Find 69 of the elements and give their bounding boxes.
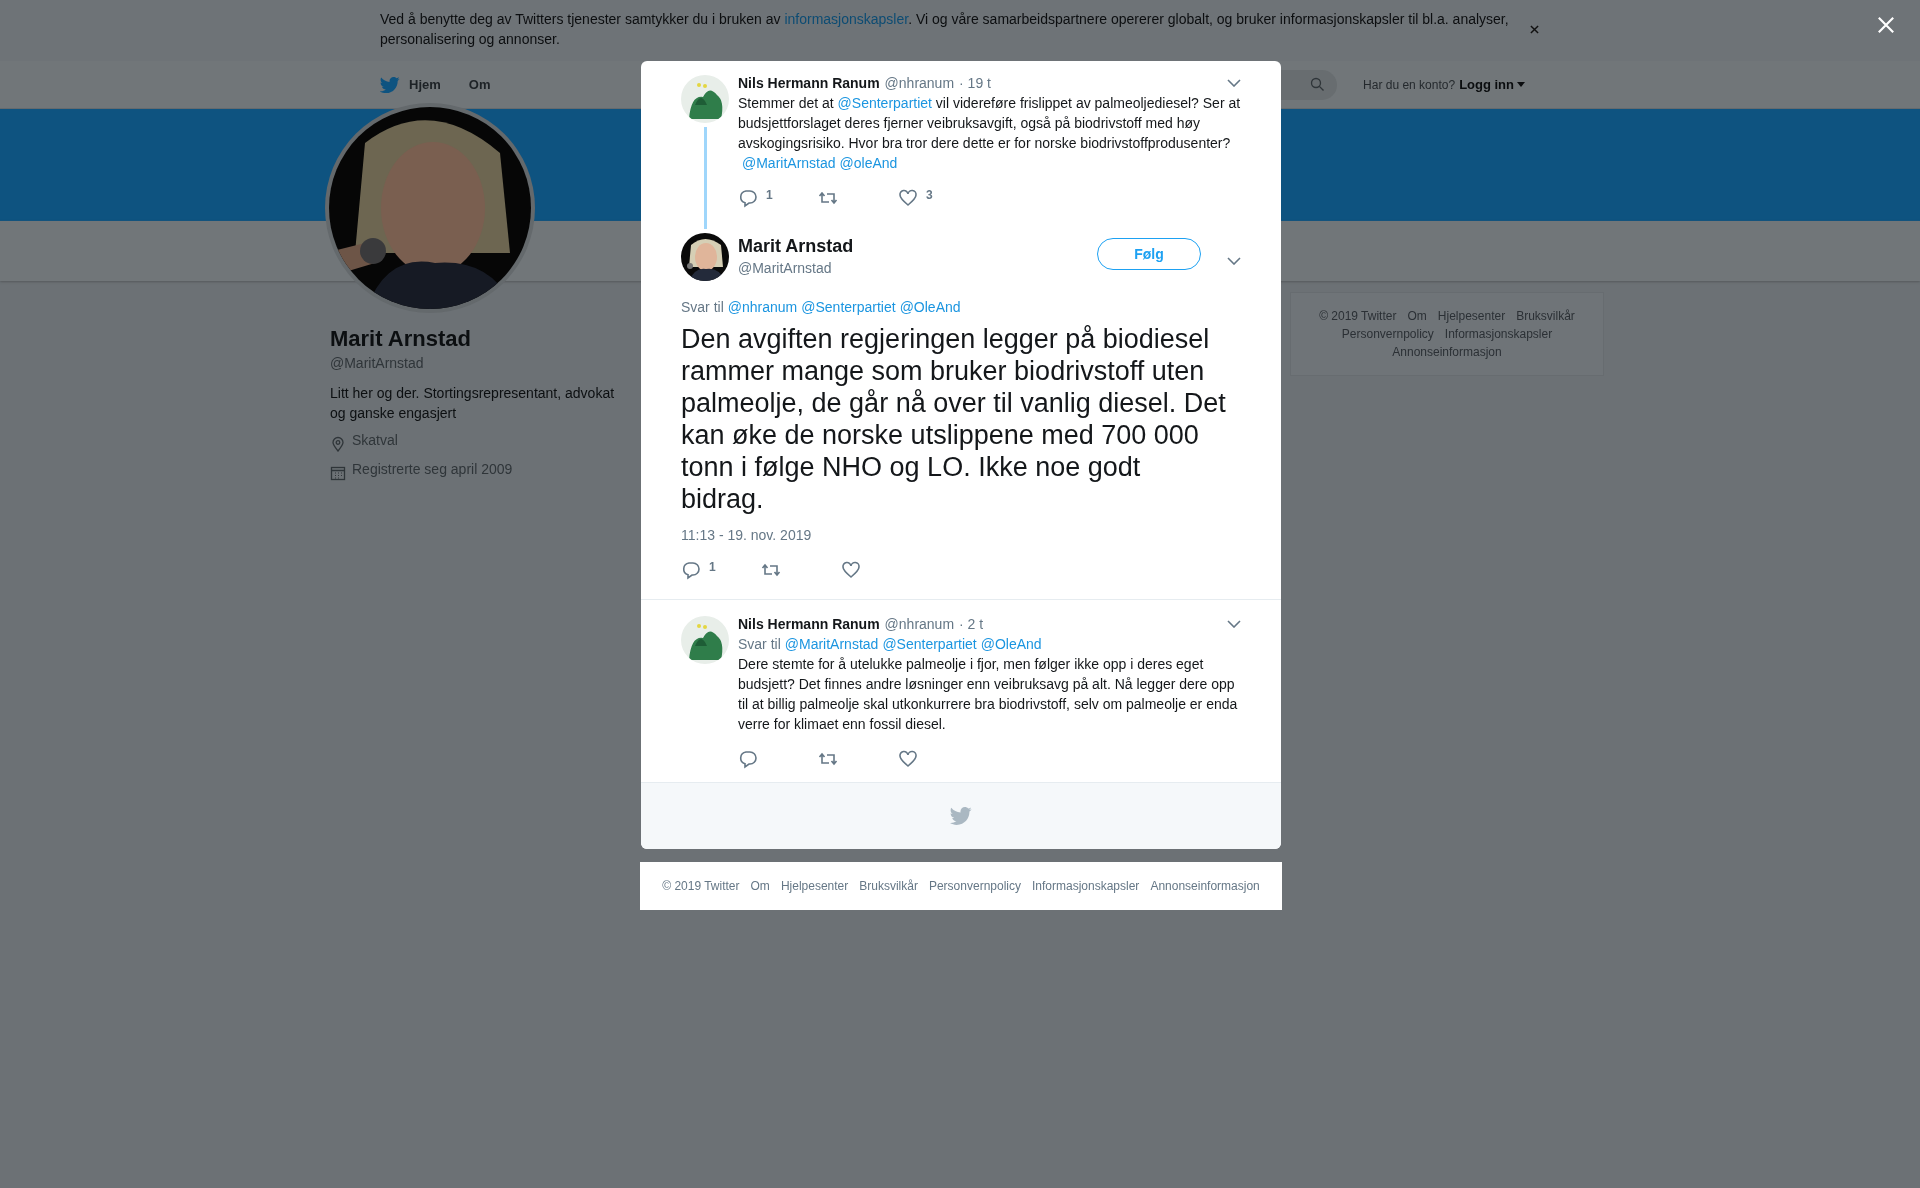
- follow-button[interactable]: Følg: [1097, 238, 1201, 270]
- mention-link[interactable]: @MaritArnstad: [742, 155, 836, 171]
- nav-link[interactable]: Hjem: [380, 68, 441, 101]
- mention-link[interactable]: @nhranum: [727, 299, 798, 315]
- author-name[interactable]: Marit Arnstad: [738, 234, 1097, 258]
- heart-icon[interactable]: [898, 749, 918, 769]
- tweet-timestamp[interactable]: 11:13 - 19. nov. 2019: [681, 527, 1241, 543]
- calendar-icon: [330, 465, 346, 481]
- reply-to-line: Svar til @nhranum @Senterpartiet @OleAnd: [681, 299, 962, 315]
- chevron-down-icon[interactable]: [1227, 79, 1241, 87]
- cookie-notice: Ved å benytte deg av Twitters tjenester samtykker du i bruken av informasjonskapsler. Vi og våre samarbeidspartnere opererer globalt, og bruker informasjonskapsler til bl.a. analyser, personalisering og annonser.: [380, 10, 1510, 49]
- footer-link[interactable]: Informasjonskapsler: [1444, 326, 1553, 342]
- footer-link[interactable]: Annonseinformasjon: [1392, 344, 1502, 360]
- heart-icon[interactable]: [898, 188, 918, 208]
- mention-link[interactable]: @Senterpartiet: [801, 299, 896, 315]
- mention-link[interactable]: @OleAnd: [899, 299, 961, 315]
- author-name[interactable]: Nils Hermann Ranum: [738, 616, 880, 632]
- author-name[interactable]: Nils Hermann Ranum: [738, 75, 880, 91]
- chevron-down-icon[interactable]: [1227, 620, 1241, 628]
- cookie-link[interactable]: informasjonskapsler: [784, 11, 909, 27]
- reply-icon[interactable]: [681, 560, 701, 580]
- login-prompt: Har du en konto?: [1363, 77, 1456, 92]
- profile-bio: Litt her og der. Stortingsrepresentant, advokat og ganske engasjert: [330, 384, 616, 423]
- tweet-text: Stemmer det at @Senterpartiet vil videreføre frislippet av palmeoljediesel? Ser at budsjettforslaget deres fjerner veibruksavgift, også på biodrivstoff med høy avskogingsrisiko. Hvor bra tror dere dette er for norske biodrivstoffprodusenter? @MaritArnstad @oleAnd: [738, 94, 1241, 173]
- profile-name: Marit Arnstad: [330, 325, 472, 353]
- footer-link[interactable]: Bruksvilkår: [859, 879, 918, 893]
- search-icon: [1310, 77, 1326, 92]
- bird-icon: [950, 805, 972, 827]
- footer-link[interactable]: Personvernpolicy: [1341, 326, 1434, 342]
- reply-to-line: Svar til @MaritArnstad @Senterpartiet @OleAnd: [738, 636, 1043, 652]
- footer-link[interactable]: Hjelpesenter: [1437, 308, 1506, 324]
- footer-link[interactable]: Hjelpesenter: [780, 879, 849, 893]
- footer-link[interactable]: Om: [750, 879, 770, 893]
- footer-link[interactable]: © 2019 Twitter: [662, 879, 740, 893]
- tweet-text: Den avgiften regjeringen legger på biodiesel rammer mange som bruker biodrivstoff uten palmeolje, de går nå over til vanlig diesel. Det kan øke de norske utslippene med 700 000 tonn i følge NHO og LO. Ikke noe godt bidrag.: [681, 323, 1227, 515]
- heart-icon[interactable]: [841, 560, 861, 580]
- caret-icon: [1517, 82, 1525, 87]
- mention-link[interactable]: @Senterpartiet: [882, 636, 977, 652]
- search-field[interactable]: [1279, 69, 1338, 100]
- reply-count: 1: [766, 188, 773, 202]
- reply-count: 1: [709, 560, 716, 574]
- like-count: 3: [926, 188, 933, 202]
- reply-icon[interactable]: [738, 749, 758, 769]
- footer-link[interactable]: Informasjonskapsler: [1032, 879, 1140, 893]
- profile-location: Skatval: [352, 432, 398, 448]
- login-link[interactable]: Logg inn: [1459, 77, 1525, 92]
- mention-link[interactable]: @oleAnd: [839, 155, 898, 171]
- tweet-time[interactable]: · 19 t: [959, 75, 991, 91]
- chevron-down-icon[interactable]: [1227, 257, 1241, 265]
- author-handle: @MaritArnstad: [738, 260, 833, 276]
- tweet-text: Dere stemte for å utelukke palmeolje i fjor, men følger ikke opp i deres eget budsjett? Det finnes andre løsninger enn veibruksavg på alt. Nå legger dere opp til at billig palmeolje skal utkonkurrere bra biodrivstoff, selv om palmeolje er enda verre for klimaet enn fossil diesel.: [738, 655, 1239, 734]
- footer-link[interactable]: Om: [1407, 308, 1427, 324]
- footer-link[interactable]: Bruksvilkår: [1516, 308, 1575, 324]
- location-pin-icon: [330, 436, 346, 452]
- reply-icon[interactable]: [738, 188, 758, 208]
- footer-link[interactable]: Personvernpolicy: [928, 879, 1021, 893]
- mention-link[interactable]: @Senterpartiet: [837, 95, 932, 111]
- author-handle: @nhranum: [884, 75, 955, 91]
- bird-icon: [380, 74, 400, 95]
- footer-link[interactable]: Annonseinformasjon: [1150, 879, 1260, 893]
- nav-link[interactable]: Om: [468, 68, 491, 101]
- tweet-time[interactable]: · 2 t: [959, 616, 984, 632]
- profile-handle: @MaritArnstad: [330, 355, 425, 371]
- profile-join-date: Registrerte seg april 2009: [352, 461, 513, 477]
- footer-link[interactable]: © 2019 Twitter: [1319, 308, 1397, 324]
- author-handle: @nhranum: [884, 616, 955, 632]
- mention-link[interactable]: @MaritArnstad: [784, 636, 879, 652]
- close-icon[interactable]: [1530, 25, 1539, 34]
- mention-link[interactable]: @OleAnd: [980, 636, 1042, 652]
